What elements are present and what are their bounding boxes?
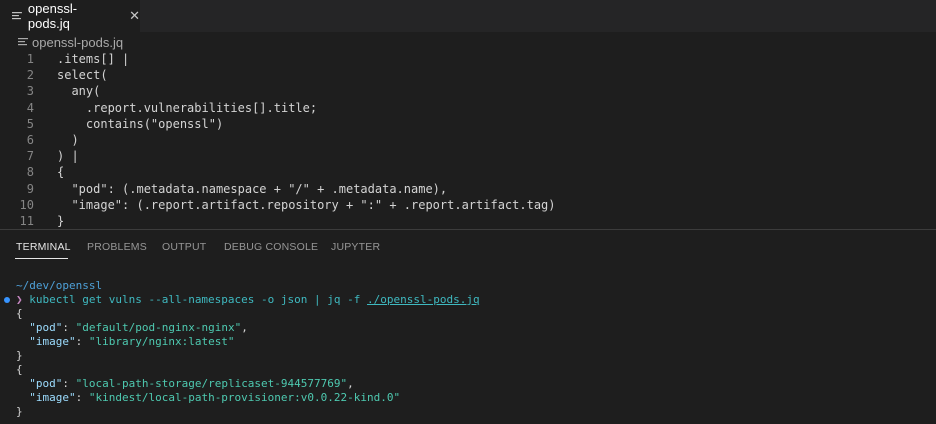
code-line: 7 ) | bbox=[0, 148, 936, 164]
prompt-chevron-icon: ❯ bbox=[16, 293, 23, 306]
output-line: } bbox=[16, 405, 23, 419]
json-key: "image" bbox=[29, 335, 76, 348]
code-line: 6 ) bbox=[0, 132, 936, 148]
tab-label: openssl-pods.jq bbox=[27, 1, 78, 31]
close-icon[interactable]: ✕ bbox=[129, 8, 140, 24]
code-text: any( bbox=[57, 84, 101, 99]
code-line: 9 "pod": (.metadata.namespace + "/" + .m… bbox=[0, 181, 936, 197]
output-line: { bbox=[16, 363, 23, 377]
json-value: "local-path-storage/replicaset-944577769… bbox=[75, 377, 348, 390]
status-dot-icon bbox=[4, 297, 10, 303]
code-line: 8{ bbox=[0, 164, 936, 180]
tab-output[interactable]: OUTPUT bbox=[162, 241, 206, 253]
tab-openssl-pods-jq[interactable]: openssl-pods.jq ✕ bbox=[0, 0, 140, 32]
terminal[interactable]: ~/dev/openssl ❯ kubectl get vulns --all-… bbox=[0, 277, 936, 424]
command-file-link[interactable]: ./openssl-pods.jq bbox=[367, 293, 480, 306]
json-trail: , bbox=[347, 377, 354, 390]
output-line: "pod": "default/pod-nginx-nginx", bbox=[29, 321, 248, 334]
code-text: } bbox=[57, 214, 65, 228]
json-value: "library/nginx:latest" bbox=[88, 335, 235, 348]
tab-problems[interactable]: PROBLEMS bbox=[87, 241, 147, 253]
line-number: 4 bbox=[26, 100, 34, 115]
json-key: "pod" bbox=[29, 377, 63, 390]
tab-jupyter[interactable]: JUPYTER bbox=[331, 241, 380, 253]
line-number: 10 bbox=[19, 197, 34, 212]
code-line: 1 .items[] | bbox=[0, 51, 936, 67]
breadcrumb: openssl-pods.jq bbox=[18, 34, 123, 50]
code-text: ) | bbox=[57, 149, 79, 164]
active-tab-indicator bbox=[15, 258, 68, 259]
panel-tab-bar: TERMINAL PROBLEMS OUTPUT DEBUG CONSOLE J… bbox=[0, 230, 936, 264]
line-number: 3 bbox=[26, 84, 34, 99]
terminal-command-line: ❯ kubectl get vulns --all-namespaces -o … bbox=[16, 293, 480, 307]
code-line: 11} bbox=[0, 213, 936, 229]
line-number: 5 bbox=[26, 116, 34, 131]
json-brace: } bbox=[16, 405, 23, 418]
output-line: "pod": "local-path-storage/replicaset-94… bbox=[29, 377, 354, 390]
code-text: ) bbox=[57, 133, 79, 147]
output-line: "image": "library/nginx:latest" bbox=[29, 335, 235, 348]
code-text: .report.vulnerabilities[].title; bbox=[57, 100, 318, 115]
json-trail: , bbox=[241, 321, 248, 334]
line-number: 9 bbox=[26, 181, 34, 196]
code-line: 10 "image": (.report.artifact.repository… bbox=[0, 197, 936, 213]
code-line: 5 contains("openssl") bbox=[0, 116, 936, 132]
json-key: "image" bbox=[29, 391, 76, 404]
json-value: "kindest/local-path-provisioner:v0.0.22-… bbox=[88, 391, 401, 404]
code-text: select( bbox=[57, 68, 108, 83]
json-brace: { bbox=[16, 363, 23, 376]
editor-tab-bar: openssl-pods.jq ✕ bbox=[0, 0, 936, 32]
json-brace: { bbox=[16, 307, 23, 320]
code-line: 3 any( bbox=[0, 83, 936, 99]
line-number: 11 bbox=[19, 214, 34, 228]
json-brace: } bbox=[16, 349, 23, 362]
line-number: 1 bbox=[26, 52, 34, 66]
code-line: 4 .report.vulnerabilities[].title; bbox=[0, 100, 936, 116]
code-text: "image": (.report.artifact.repository + … bbox=[57, 197, 556, 212]
code-editor[interactable]: 1 .items[] | 2 select( 3 any( 4 .report.vu… bbox=[0, 50, 936, 228]
json-key: "pod" bbox=[29, 321, 63, 334]
output-line: } bbox=[16, 349, 23, 363]
line-number: 7 bbox=[26, 149, 34, 164]
code-text: "pod": (.metadata.namespace + "/" + .met… bbox=[57, 181, 448, 196]
breadcrumb-file[interactable]: openssl-pods.jq bbox=[32, 35, 123, 50]
code-text: .items[] | bbox=[57, 52, 130, 66]
file-lines-icon bbox=[12, 12, 22, 20]
file-lines-icon bbox=[18, 38, 28, 46]
command-text: kubectl get vulns --all-namespaces -o js… bbox=[29, 293, 368, 306]
line-number: 2 bbox=[26, 68, 34, 83]
line-number: 6 bbox=[26, 133, 34, 147]
code-text: { bbox=[57, 165, 65, 180]
code-text: contains("openssl") bbox=[57, 116, 224, 131]
tab-terminal[interactable]: TERMINAL bbox=[16, 241, 71, 253]
json-value: "default/pod-nginx-nginx" bbox=[75, 321, 242, 334]
output-line: "image": "kindest/local-path-provisioner… bbox=[29, 391, 401, 404]
terminal-cwd: ~/dev/openssl bbox=[16, 279, 103, 292]
code-line: 2 select( bbox=[0, 67, 936, 83]
line-number: 8 bbox=[26, 165, 34, 180]
tab-debug-console[interactable]: DEBUG CONSOLE bbox=[224, 241, 318, 253]
output-line: { bbox=[16, 307, 23, 321]
